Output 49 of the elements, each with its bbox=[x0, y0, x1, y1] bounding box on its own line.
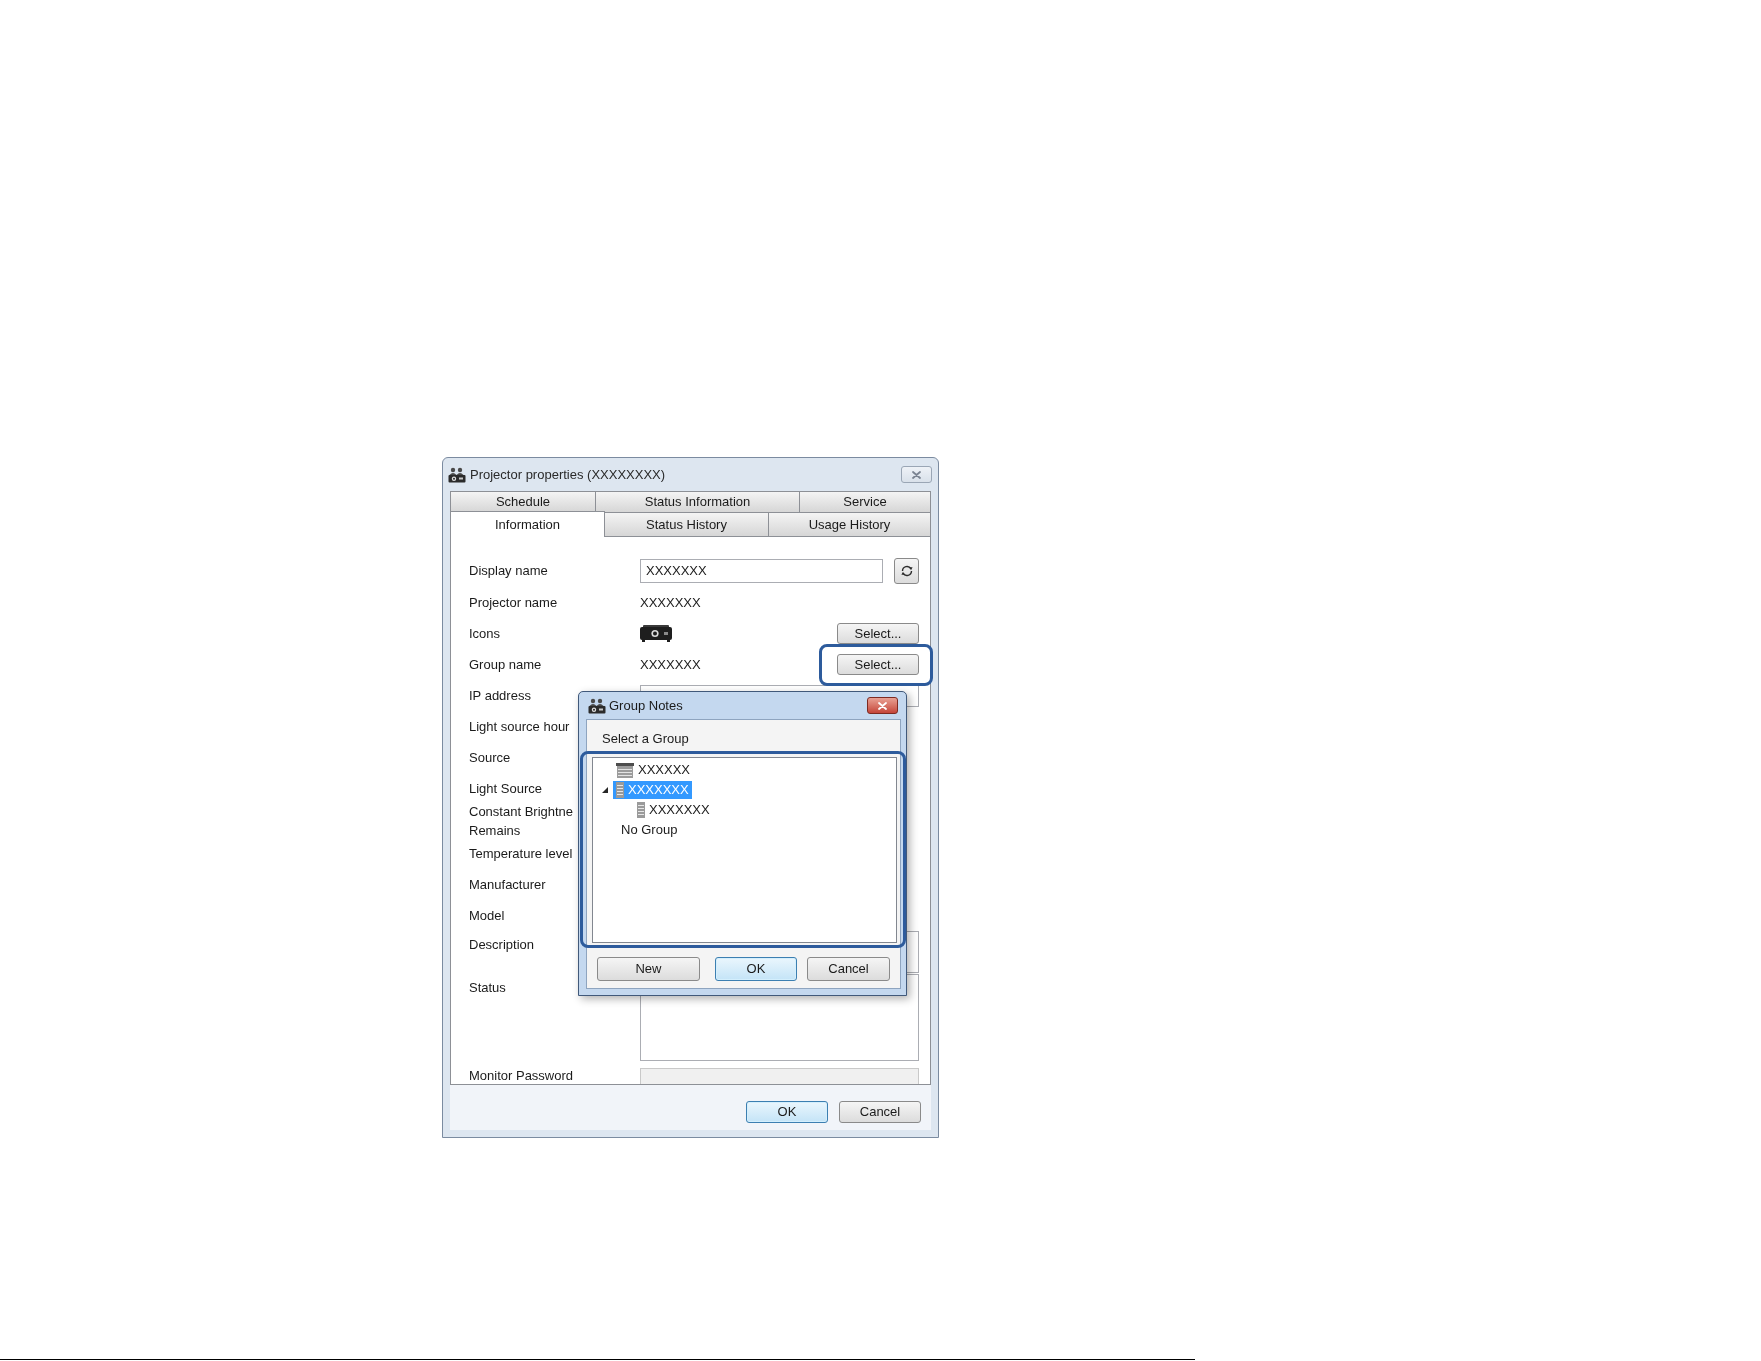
expander-icon[interactable] bbox=[602, 787, 608, 793]
tower-icon bbox=[616, 782, 624, 798]
close-icon bbox=[912, 470, 921, 479]
projector-icon bbox=[588, 697, 606, 714]
field-label: Model bbox=[469, 907, 505, 923]
field-label: Constant Brightne Remains bbox=[469, 803, 574, 840]
tree-item[interactable]: No Group bbox=[618, 821, 681, 839]
new-button[interactable]: New bbox=[597, 957, 700, 981]
cancel-button[interactable]: Cancel bbox=[807, 957, 890, 981]
tree-item[interactable]: XXXXXX bbox=[613, 761, 694, 779]
tower-icon bbox=[637, 802, 645, 818]
field-label: Manufacturer bbox=[469, 876, 546, 892]
tab[interactable]: Usage History bbox=[769, 512, 931, 536]
ok-button[interactable]: OK bbox=[746, 1101, 828, 1123]
field-label: IP address bbox=[469, 687, 531, 703]
tab[interactable]: Status History bbox=[605, 512, 769, 536]
window-title: Projector properties (XXXXXXXX) bbox=[470, 466, 666, 483]
close-icon bbox=[878, 701, 887, 710]
select-button[interactable]: Select... bbox=[837, 623, 919, 644]
field-label: Status bbox=[469, 980, 506, 995]
close-button[interactable] bbox=[867, 697, 898, 714]
field-label: Group name bbox=[469, 656, 542, 672]
field-label: Icons bbox=[469, 625, 501, 641]
field-label: Source bbox=[469, 749, 511, 765]
projector-icon bbox=[640, 625, 672, 642]
prompt-label: Select a Group bbox=[602, 731, 689, 747]
field-label: Temperature level bbox=[469, 845, 573, 861]
field-label: Monitor Password bbox=[469, 1068, 574, 1083]
select-button[interactable]: Select... bbox=[837, 654, 919, 675]
field-value: XXXXXXX bbox=[640, 594, 701, 611]
field-label: Display name bbox=[469, 562, 548, 578]
field-value: XXXXXXX bbox=[640, 656, 701, 673]
tab[interactable]: Information bbox=[450, 511, 605, 537]
tree-item[interactable]: XXXXXXX bbox=[634, 801, 713, 819]
ok-button[interactable]: OK bbox=[715, 957, 797, 981]
tab[interactable]: Schedule bbox=[450, 491, 596, 512]
field-label: Light source hour bbox=[469, 718, 570, 734]
field-label: Projector name bbox=[469, 594, 558, 610]
device-stack-icon bbox=[616, 762, 634, 778]
refresh-button[interactable] bbox=[894, 557, 919, 584]
tab[interactable]: Status Information bbox=[596, 491, 800, 512]
text-field[interactable]: XXXXXXX bbox=[640, 558, 883, 583]
projector-icon bbox=[448, 466, 466, 483]
field-label: Description bbox=[469, 937, 535, 952]
refresh-icon bbox=[900, 563, 913, 578]
dialog-title: Group Notes bbox=[609, 697, 683, 714]
cancel-button[interactable]: Cancel bbox=[839, 1101, 921, 1123]
tab[interactable]: Service bbox=[800, 491, 931, 512]
field-label: Light Source bbox=[469, 780, 542, 796]
